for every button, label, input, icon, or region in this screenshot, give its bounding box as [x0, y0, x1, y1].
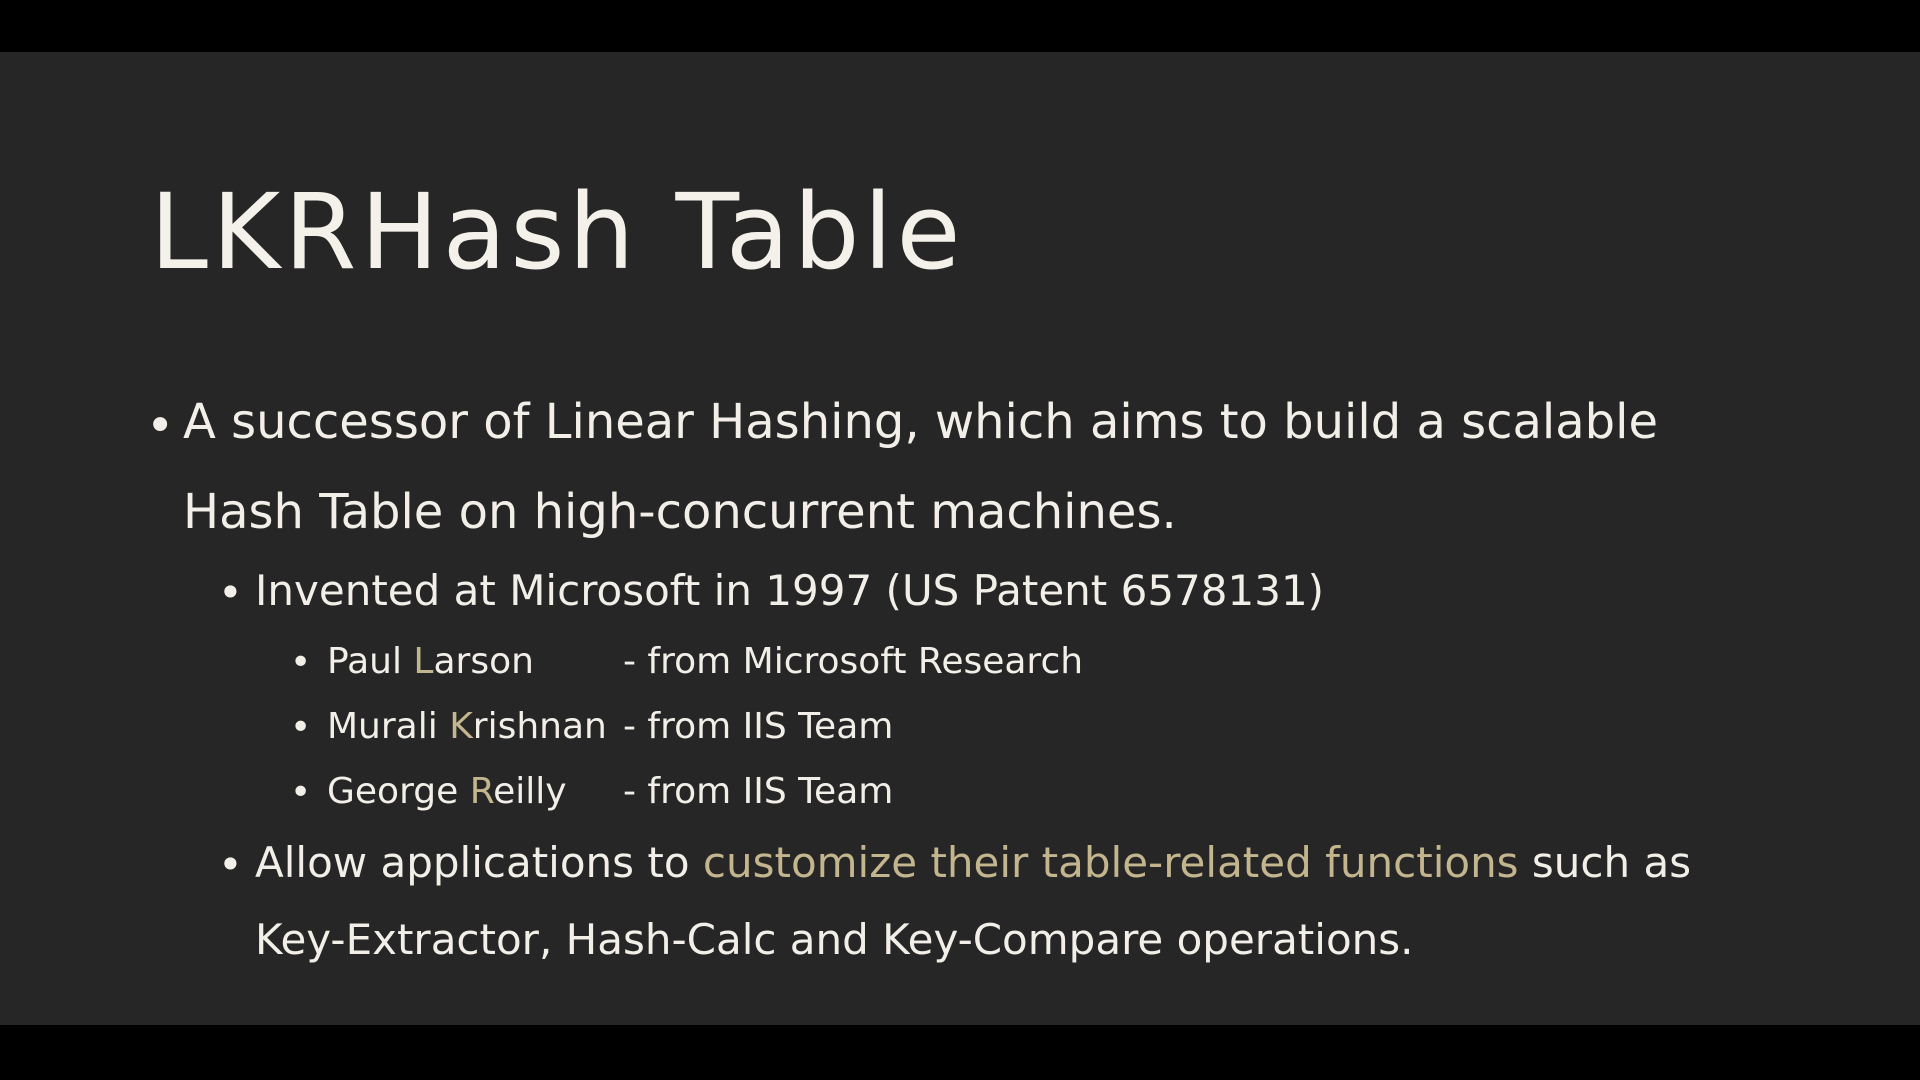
bullet-allow-line1: Allow applications to customize their ta…	[255, 842, 1691, 884]
bullet-allow-line2: Key-Extractor, Hash-Calc and Key-Compare…	[255, 915, 1414, 964]
author-rest-name: rishnan	[472, 706, 607, 747]
bullet-dot: •	[290, 707, 312, 748]
author-first-name: Paul	[327, 641, 414, 682]
slide: LKRHash Table • A successor of Linear Ha…	[0, 52, 1920, 1025]
slide-title: LKRHash Table	[150, 171, 965, 293]
author-rest-name: arson	[433, 641, 534, 682]
author-initial: L	[413, 641, 434, 682]
author-rest-name: eilly	[493, 771, 567, 812]
bullet-dot: •	[290, 642, 312, 683]
author-first-name: Murali	[327, 706, 450, 747]
bullet-successor-line1: A successor of Linear Hashing, which aim…	[183, 394, 1659, 450]
author-affiliation: - from IIS Team	[623, 771, 894, 812]
bullet-dot: •	[218, 568, 243, 617]
bullet-dot: •	[290, 772, 312, 813]
author-row: Paul Larson	[327, 644, 534, 680]
bullet-invented: Invented at Microsoft in 1997 (US Patent…	[255, 566, 1325, 615]
author-first-name: George	[327, 771, 470, 812]
author-row: George Reilly	[327, 774, 567, 810]
slide-frame: LKRHash Table • A successor of Linear Ha…	[0, 0, 1920, 1080]
author-affiliation: - from IIS Team	[623, 706, 894, 747]
author-initial: K	[449, 706, 473, 747]
author-initial: R	[469, 771, 494, 812]
bullet-dot: •	[218, 840, 243, 889]
author-row: Murali Krishnan	[327, 709, 607, 745]
bullet-allow-highlight: customize their table-related functions	[702, 838, 1519, 887]
author-affiliation: - from Microsoft Research	[623, 641, 1084, 682]
bullet-allow-before: Allow applications to	[255, 838, 703, 887]
bullet-dot: •	[146, 398, 175, 454]
bullet-successor-line2: Hash Table on high-concurrent machines.	[183, 484, 1177, 540]
bullet-allow-after: such as	[1518, 838, 1692, 887]
